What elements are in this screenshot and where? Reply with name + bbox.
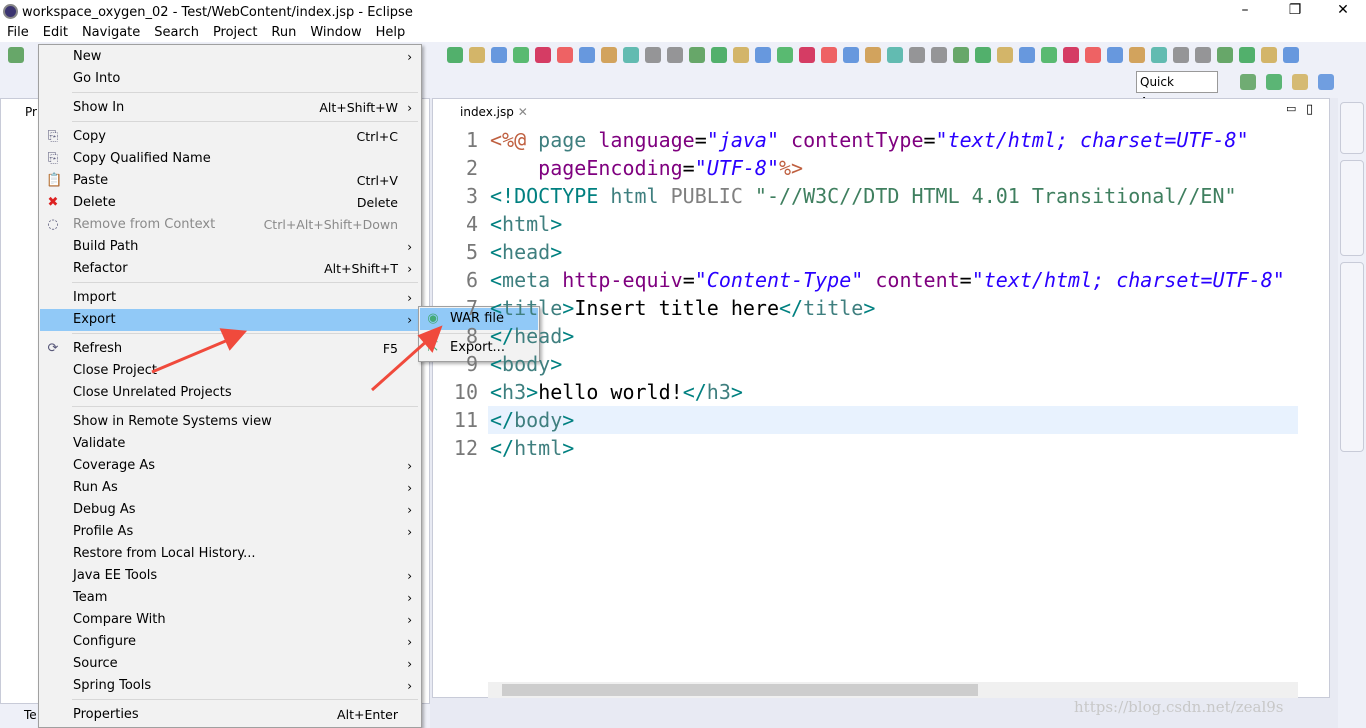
code-token: < [490,296,503,320]
code-line[interactable]: <%@ page language="java" contentType="te… [490,126,1298,154]
code-token: body [502,352,551,376]
code-token: > [550,352,563,376]
code-token: "text/html; charset=UTF-8" [935,128,1249,152]
code-token: < [490,268,503,292]
code-token: Insert title here [574,296,780,320]
arrow-head [219,328,248,351]
code-token: > [863,296,876,320]
code-line[interactable]: </html> [490,434,1298,462]
code-token: "Content-Type" [694,268,864,292]
line-number: 5 [465,240,478,264]
code-token: html [514,436,563,460]
line-number: 10 [453,380,478,404]
code-line[interactable]: pageEncoding="UTF-8"%> [490,154,1298,182]
code-token: </ [490,436,515,460]
code-token: html [502,212,551,236]
code-token: < [490,380,503,404]
line-number: 4 [465,212,478,236]
code-token: = [959,268,972,292]
code-token: = [682,268,695,292]
code-token: "java" [706,128,779,152]
code-token: contentType [791,128,924,152]
code-token: > [526,380,539,404]
code-token: body [514,408,563,432]
code-token: = [682,156,695,180]
code-token: "text/html; charset=UTF-8" [971,268,1285,292]
code-token: </ [490,408,515,432]
code-line[interactable]: <h3>hello world!</h3> [490,378,1298,406]
code-token: > [730,380,743,404]
arrow-to-war-file [371,338,429,392]
code-token: meta [502,268,551,292]
code-line[interactable]: <meta http-equiv="Content-Type" content=… [490,266,1298,294]
code-line[interactable]: <body> [490,350,1298,378]
code-token: </ [490,324,515,348]
arrow-head [417,325,443,353]
code-token: h3 [706,380,731,404]
code-token: PUBLIC [670,184,743,208]
code-token: < [490,352,503,376]
code-token: head [502,240,551,264]
code-line[interactable]: </body> [490,406,1298,434]
code-token: "UTF-8" [694,156,780,180]
code-token: > [562,324,575,348]
code-line[interactable]: <title>Insert title here</title> [490,294,1298,322]
line-number: 12 [453,436,478,460]
code-token: > [562,436,575,460]
code-line[interactable]: <head> [490,238,1298,266]
code-token: > [550,212,563,236]
code-token: > [550,240,563,264]
line-number: 9 [465,352,478,376]
line-number: 2 [465,156,478,180]
arrow-to-export [151,338,229,374]
code-token: content [875,268,960,292]
code-token: title [803,296,864,320]
code-line[interactable]: <!DOCTYPE html PUBLIC "-//W3C//DTD HTML … [490,182,1298,210]
line-number: 6 [465,268,478,292]
code-token: = [694,128,707,152]
code-token: title [502,296,563,320]
code-token: "-//W3C//DTD HTML 4.01 Transitional//EN" [742,184,1237,208]
code-token: http-equiv [562,268,683,292]
code-token: head [514,324,563,348]
line-number: 1 [465,128,478,152]
code-line[interactable]: <html> [490,210,1298,238]
code-token: = [923,128,936,152]
code-token: page [526,128,599,152]
line-number: 7 [465,296,478,320]
code-token: pageEncoding [538,156,683,180]
code-token: > [562,408,575,432]
code-token: hello world! [538,380,683,404]
code-token: language [598,128,695,152]
code-token: html [598,184,671,208]
line-number: 3 [465,184,478,208]
code-token: %> [779,156,804,180]
code-token: </ [682,380,707,404]
line-number: 8 [465,324,478,348]
code-line[interactable]: </head> [490,322,1298,350]
code-token: </ [779,296,804,320]
code-token: <%@ [490,128,527,152]
code-token: > [562,296,575,320]
code-token: <!DOCTYPE [490,184,599,208]
code-token: h3 [502,380,527,404]
watermark: https://blog.csdn.net/zeal9s [1074,698,1284,716]
code-token: < [490,212,503,236]
line-number: 11 [453,408,478,432]
code-token: < [490,240,503,264]
